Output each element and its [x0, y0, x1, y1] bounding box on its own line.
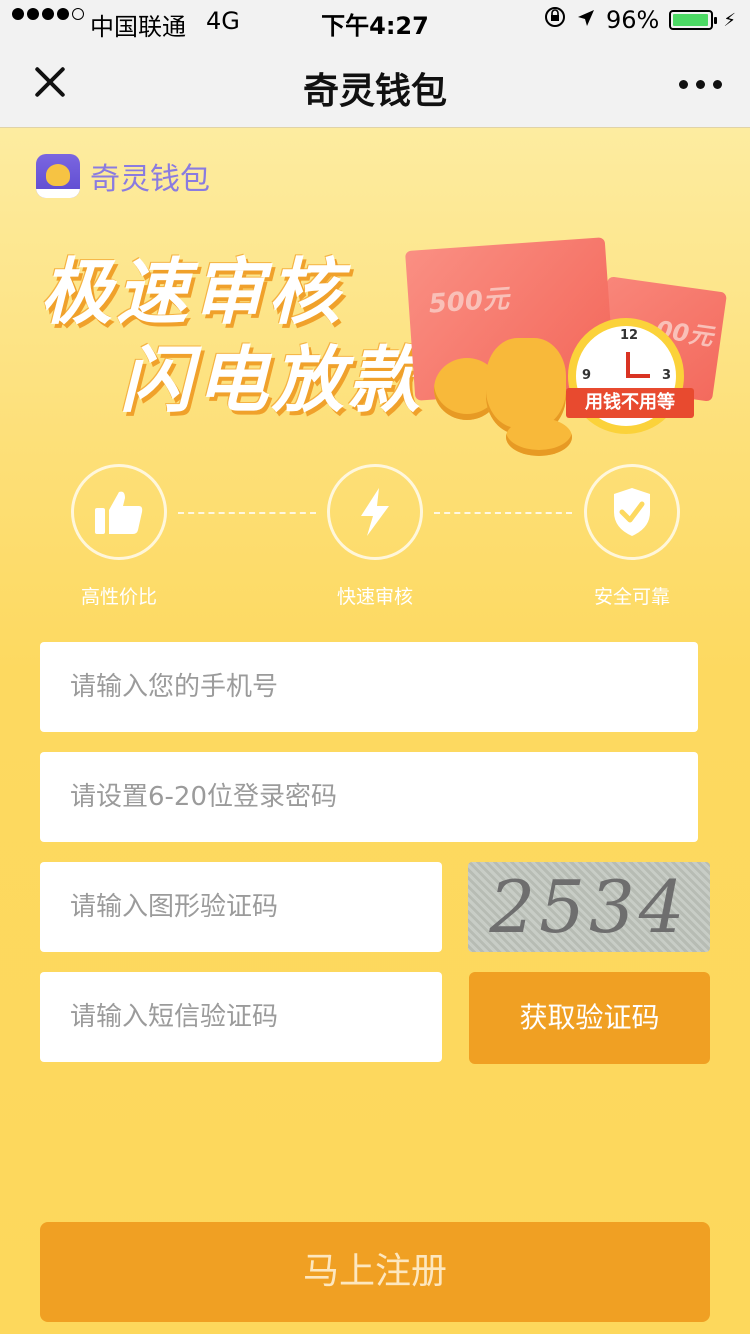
feature-speed: 快速审核 — [327, 464, 423, 608]
feature-divider — [178, 512, 316, 514]
sms-code-input[interactable]: 请输入短信验证码 — [40, 972, 442, 1062]
location-arrow-icon — [576, 6, 596, 34]
captcha-image[interactable]: 2534 — [468, 862, 710, 952]
hero-illustration: 00元 500元 12 3 9 用钱不用等 — [400, 228, 740, 468]
more-icon[interactable] — [679, 80, 722, 89]
card-front-amount: 500元 — [427, 284, 510, 320]
brand-header: 奇灵钱包 — [36, 154, 210, 198]
page-title: 奇灵钱包 — [302, 71, 447, 112]
main-content: 奇灵钱包 极速审核 闪电放款 00元 500元 12 3 9 用钱不用等 高性价… — [0, 128, 750, 1334]
image-code-input[interactable]: 请输入图形验证码 — [40, 862, 442, 952]
status-right: 96% ⚡ — [544, 6, 736, 34]
thumbs-up-icon — [71, 464, 167, 560]
clock-number-12: 12 — [620, 328, 639, 343]
feature-divider — [434, 512, 572, 514]
feature-value: 高性价比 — [71, 464, 167, 608]
coin-icon — [506, 418, 572, 456]
clock-number-3: 3 — [662, 368, 672, 383]
feature-label: 安全可靠 — [593, 586, 670, 608]
battery-icon — [669, 10, 718, 30]
hero-slogan: 极速审核 闪电放款 — [40, 248, 424, 424]
battery-percentage: 96% — [606, 6, 660, 34]
orientation-lock-icon — [544, 6, 566, 34]
phone-input[interactable]: 请输入您的手机号 — [40, 642, 698, 732]
shield-check-icon — [584, 464, 680, 560]
slogan-ribbon: 用钱不用等 — [566, 388, 694, 418]
clock-minute-hand — [626, 374, 650, 378]
feature-label: 快速审核 — [336, 586, 413, 608]
app-logo-icon — [36, 154, 80, 198]
status-bar: 中国联通 4G 下午4:27 96% ⚡ — [0, 0, 750, 41]
captcha-text: 2534 — [489, 865, 689, 949]
battery-level-fill — [673, 14, 708, 26]
nav-bar: 奇灵钱包 — [0, 40, 750, 128]
register-button[interactable]: 马上注册 — [40, 1222, 710, 1322]
brand-name: 奇灵钱包 — [90, 162, 210, 197]
feature-label: 高性价比 — [80, 586, 157, 608]
charging-bolt-icon: ⚡ — [723, 9, 736, 31]
hero-line-1: 极速审核 — [40, 250, 345, 334]
hero-line-2: 闪电放款 — [120, 338, 425, 422]
lightning-icon — [327, 464, 423, 560]
clock-number-9: 9 — [582, 368, 592, 383]
password-input[interactable]: 请设置6-20位登录密码 — [40, 752, 698, 842]
feature-security: 安全可靠 — [584, 464, 680, 608]
get-code-button[interactable]: 获取验证码 — [469, 972, 710, 1064]
